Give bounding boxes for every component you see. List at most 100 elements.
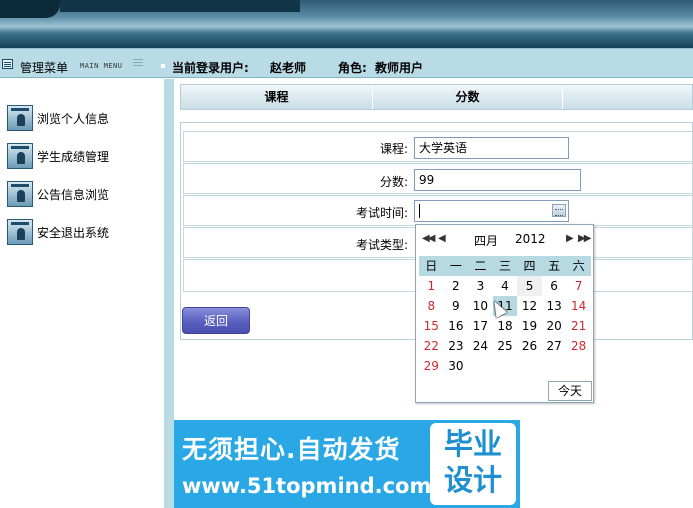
sidebar-item-profile[interactable]: 浏览个人信息 (7, 105, 109, 131)
calendar-day[interactable]: 10 (468, 296, 493, 316)
calendar-day[interactable]: 24 (468, 336, 493, 356)
course-label: 课程: (379, 142, 408, 156)
grade-table-header: 课程 分数 (180, 84, 693, 110)
exam-time-label: 考试时间: (355, 206, 408, 220)
calendar-icon[interactable] (552, 204, 566, 217)
calendar-week-row: 29 30 (419, 356, 591, 376)
sidebar-item-notices[interactable]: 公告信息浏览 (7, 181, 109, 207)
calendar-day[interactable]: 1 (419, 276, 444, 296)
calendar-day[interactable]: 4 (493, 276, 518, 296)
login-user-label: 当前登录用户: (172, 61, 249, 75)
user-window-icon (7, 143, 33, 169)
calendar-day[interactable]: 28 (566, 336, 591, 356)
sidebar-item-label: 学生成绩管理 (37, 149, 110, 164)
calendar-week-row: 22 23 24 25 26 27 28 (419, 336, 591, 356)
banner-slogan: 无须担心.自动发货 (182, 435, 401, 464)
weekday-fri: 五 (548, 259, 561, 273)
calendar-day-grid: 1 2 3 4 5 6 7 8 9 10 11 12 13 14 15 16 17 18 19 20 21 22 23 24 2… (419, 276, 591, 376)
weekday-thu: 四 (523, 259, 536, 273)
calendar-day[interactable]: 3 (468, 276, 493, 296)
calendar-day-empty (566, 356, 591, 376)
calendar-day[interactable]: 29 (419, 356, 444, 376)
course-field[interactable]: 大学英语 (414, 137, 569, 159)
calendar-day[interactable]: 21 (566, 316, 591, 336)
sidebar-item-label: 浏览个人信息 (37, 111, 110, 126)
calendar-month[interactable]: 四月 (474, 232, 498, 249)
today-button[interactable]: 今天 (548, 381, 592, 401)
text-caret (419, 204, 420, 218)
banner-badge: 毕业 设计 (430, 423, 516, 505)
sidebar-item-label: 公告信息浏览 (37, 187, 110, 202)
next-month-icon[interactable]: ▶ (566, 233, 574, 244)
weekday-wed: 三 (498, 259, 511, 273)
app-window: 管理菜单 MAIN MENU 当前登录用户: 赵老师 角色: 教师用户 浏览个人… (0, 0, 693, 508)
weekday-tue: 二 (474, 259, 487, 273)
menu-subtitle: MAIN MENU (80, 62, 123, 70)
calendar-day[interactable]: 27 (542, 336, 567, 356)
calendar-day[interactable]: 16 (444, 316, 469, 336)
weekday-sun: 日 (425, 259, 438, 273)
calendar-day[interactable]: 9 (444, 296, 469, 316)
user-window-icon (7, 181, 33, 207)
score-field[interactable]: 99 (414, 169, 581, 191)
sidebar-item-logout[interactable]: 安全退出系统 (7, 219, 109, 245)
calendar-day-empty (517, 356, 542, 376)
calendar-day[interactable]: 22 (419, 336, 444, 356)
column-header-course: 课程 (181, 85, 373, 109)
calendar-day[interactable]: 8 (419, 296, 444, 316)
role-value: 教师用户 (375, 61, 424, 75)
banner-badge-line2: 设计 (443, 463, 502, 497)
banner-badge-line1: 毕业 (443, 427, 502, 461)
calendar-day[interactable]: 30 (444, 356, 469, 376)
top-info-bar: 管理菜单 MAIN MENU 当前登录用户: 赵老师 角色: 教师用户 (0, 48, 693, 78)
menu-title: 管理菜单 (20, 61, 69, 75)
header-banner (0, 0, 693, 48)
calendar-day[interactable]: 20 (542, 316, 567, 336)
calendar-day[interactable]: 14 (566, 296, 591, 316)
menu-icon (2, 59, 13, 69)
back-button[interactable]: 返回 (182, 307, 250, 334)
user-window-icon (7, 219, 33, 245)
header-logo-block (0, 0, 60, 18)
calendar-day[interactable]: 23 (444, 336, 469, 356)
next-year-icon[interactable]: ▶▶ (578, 233, 591, 244)
calendar-day[interactable]: 7 (566, 276, 591, 296)
calendar-week-row: 1234567 (419, 276, 591, 296)
blank-area (520, 420, 693, 508)
login-user-name: 赵老师 (270, 61, 307, 75)
calendar-year[interactable]: 2012 (515, 232, 546, 246)
prev-year-icon[interactable]: ◀◀ (422, 233, 435, 244)
header-title-strip (60, 0, 300, 12)
calendar-day[interactable]: 19 (517, 316, 542, 336)
column-header-score: 分数 (373, 85, 563, 109)
prev-month-icon[interactable]: ◀ (438, 233, 446, 244)
calendar-day[interactable]: 26 (517, 336, 542, 356)
calendar-day[interactable]: 5 (517, 276, 542, 296)
weekday-sat: 六 (572, 259, 585, 273)
calendar-day[interactable]: 6 (542, 276, 567, 296)
sidebar-item-grades[interactable]: 学生成绩管理 (7, 143, 109, 169)
calendar-day[interactable]: 18 (493, 316, 518, 336)
sidebar-divider[interactable] (164, 79, 174, 508)
exam-time-field[interactable] (414, 200, 569, 222)
exam-type-label: 考试类型: (355, 238, 408, 252)
watermark-banner: 无须担心.自动发货 www.51topmind.com 毕业 设计 (174, 420, 520, 508)
user-window-icon (7, 105, 33, 131)
calendar-day-empty (493, 356, 518, 376)
calendar-weekday-row: 日 一 二 三 四 五 六 (419, 256, 591, 276)
calendar-day[interactable]: 25 (493, 336, 518, 356)
role-label: 角色: (338, 61, 367, 75)
calendar-day[interactable]: 15 (419, 316, 444, 336)
calendar-day[interactable]: 17 (468, 316, 493, 336)
calendar-day-empty (542, 356, 567, 376)
calendar-day[interactable]: 12 (517, 296, 542, 316)
calendar-day[interactable]: 13 (542, 296, 567, 316)
score-label: 分数: (379, 175, 408, 189)
calendar-week-row: 15 16 17 18 19 20 21 (419, 316, 591, 336)
weekday-mon: 一 (449, 259, 462, 273)
calendar-day-empty (468, 356, 493, 376)
bullet-icon (161, 64, 165, 68)
list-icon[interactable] (133, 59, 143, 68)
sidebar-item-label: 安全退出系统 (37, 225, 110, 240)
calendar-day[interactable]: 2 (444, 276, 469, 296)
